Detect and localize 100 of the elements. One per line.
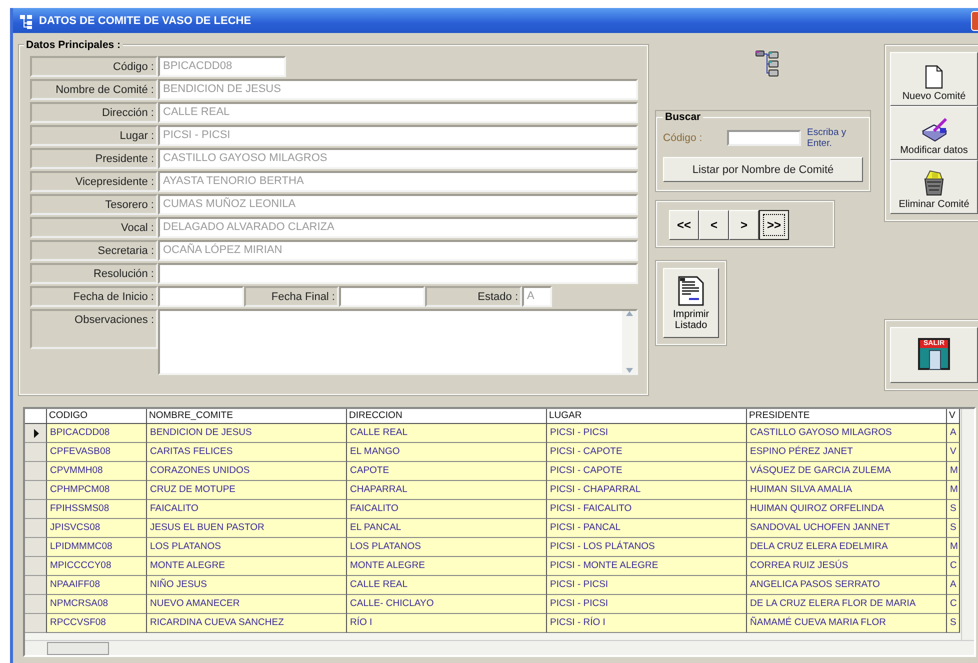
table-cell: HUIMAN QUIROZ ORFELINDA xyxy=(747,500,947,519)
table-cell: C xyxy=(947,595,960,614)
table-cell: S xyxy=(947,500,960,519)
table-cell: PICSI - PICSI xyxy=(547,576,747,595)
table-cell: PICSI - CHAPARRAL xyxy=(547,481,747,500)
document-icon xyxy=(677,275,706,307)
table-cell: PICSI - CAPOTE xyxy=(547,443,747,462)
table-cell: CORAZONES UNIDOS xyxy=(147,462,347,481)
table-cell: CARITAS FELICES xyxy=(147,443,347,462)
table-cell: PICSI - PANCAL xyxy=(547,519,747,538)
group-legend: Datos Principales : xyxy=(24,39,123,51)
text-field[interactable] xyxy=(339,286,425,307)
column-header[interactable]: NOMBRE_COMITE xyxy=(147,409,347,424)
table-cell: LOS PLATANOS xyxy=(347,538,547,557)
table-cell: PICSI - LOS PLÁTANOS xyxy=(547,538,747,557)
table-cell: PICSI - PICSI xyxy=(547,595,747,614)
field-label: Código : xyxy=(30,56,158,77)
field-label: Vicepresidente : xyxy=(30,171,158,192)
table-cell: VÁSQUEZ DE GARCIA ZULEMA xyxy=(747,462,947,481)
table-cell: CPFEVASB08 xyxy=(47,443,147,462)
column-header[interactable]: DIRECCION xyxy=(347,409,547,424)
table-cell: PICSI - FAICALITO xyxy=(547,500,747,519)
column-header[interactable]: CODIGO xyxy=(47,409,147,424)
table-cell: LPIDMMMC08 xyxy=(47,538,147,557)
table-cell: SANDOVAL UCHOFEN JANNET xyxy=(747,519,947,538)
table-cell: NUEVO AMANECER xyxy=(147,595,347,614)
text-field[interactable] xyxy=(158,286,244,307)
table-cell: ÑAMAMÉ CUEVA MARIA FLOR xyxy=(747,614,947,633)
field-label: Resolución : xyxy=(30,263,158,284)
table-cell: CASTILLO GAYOSO MILAGROS xyxy=(747,424,947,443)
field-label: Nombre de Comité : xyxy=(30,79,158,100)
table-cell: MONTE ALEGRE xyxy=(347,557,547,576)
nav-button[interactable]: < xyxy=(699,210,730,240)
table-cell: PICSI - CAPOTE xyxy=(547,462,747,481)
table-cell: S xyxy=(947,519,960,538)
table-cell: CALLE REAL xyxy=(347,424,547,443)
nav-button[interactable]: > xyxy=(729,210,760,240)
book-pen-icon xyxy=(920,117,948,143)
field-label: Tesorero : xyxy=(30,194,158,215)
table-cell: CPHMPCM08 xyxy=(47,481,147,500)
hint-text: Escriba y Enter. xyxy=(807,127,848,149)
table-cell: NIÑO JESUS xyxy=(147,576,347,595)
field-label: Vocal : xyxy=(30,217,158,238)
table-cell: S xyxy=(947,614,960,633)
table-cell: LOS PLATANOS xyxy=(147,538,347,557)
table-cell: A xyxy=(947,576,960,595)
table-cell: EL PANCAL xyxy=(347,519,547,538)
table-cell: FAICALITO xyxy=(147,500,347,519)
table-cell: JESUS EL BUEN PASTOR xyxy=(147,519,347,538)
field-label: Fecha Final : xyxy=(244,286,339,307)
app-icon xyxy=(19,12,33,28)
field-label: Estado : xyxy=(425,286,522,307)
table-cell: CALLE REAL xyxy=(347,576,547,595)
field-label: Secretaria : xyxy=(30,240,158,261)
current-row-icon xyxy=(32,428,38,438)
table-cell: M xyxy=(947,538,960,557)
new-button[interactable]: Nuevo Comité xyxy=(890,52,978,106)
table-cell: NPMCRSA08 xyxy=(47,595,147,614)
code-field[interactable] xyxy=(727,130,802,146)
field-label: Presidente : xyxy=(30,148,158,169)
table-cell: CORREA RUIZ JESÚS xyxy=(747,557,947,576)
table-cell: V xyxy=(947,443,960,462)
nav-button[interactable]: << xyxy=(669,210,700,240)
table-cell: C xyxy=(947,557,960,576)
field-label: Código : xyxy=(663,132,704,144)
row-header[interactable] xyxy=(25,424,47,443)
text-field[interactable] xyxy=(158,263,638,284)
table-cell: NPAAIFF08 xyxy=(47,576,147,595)
table-cell: CAPOTE xyxy=(347,462,547,481)
column-header[interactable]: LUGAR xyxy=(547,409,747,424)
table-cell: RPCCVSF08 xyxy=(47,614,147,633)
field-label: Dirección : xyxy=(30,102,158,123)
table-cell: M xyxy=(947,462,960,481)
table-cell: DELA CRUZ ELERA EDELMIRA xyxy=(747,538,947,557)
horizontal-scrollbar[interactable] xyxy=(25,640,974,655)
table-cell: MONTE ALEGRE xyxy=(147,557,347,576)
print-button[interactable]: Imprimir Listado xyxy=(663,268,720,338)
table-cell: FAICALITO xyxy=(347,500,547,519)
table-cell: HUIMAN SILVA AMALIA xyxy=(747,481,947,500)
table-cell: BPICACDD08 xyxy=(47,424,147,443)
list-button[interactable]: Listar por Nombre de Comité xyxy=(663,157,864,182)
field-label: Observaciones : xyxy=(30,309,158,349)
nav-button[interactable]: >> xyxy=(759,210,790,240)
column-header[interactable]: V xyxy=(947,409,960,424)
table-cell: DE LA CRUZ ELERA FLOR DE MARIA xyxy=(747,595,947,614)
window-title: DATOS DE COMITE DE VASO DE LECHE xyxy=(39,14,252,26)
text-area[interactable] xyxy=(158,309,638,375)
table-cell: CPVMMH08 xyxy=(47,462,147,481)
group-legend: Buscar xyxy=(663,111,703,123)
table-cell: CHAPARRAL xyxy=(347,481,547,500)
table-cell: A xyxy=(947,424,960,443)
field-label: Lugar : xyxy=(30,125,158,146)
column-header[interactable]: PRESIDENTE xyxy=(747,409,947,424)
table-cell: ESPINO PÉREZ JANET xyxy=(747,443,947,462)
edit-button[interactable]: Modificar datos xyxy=(890,106,978,160)
table-cell: RÍO I xyxy=(347,614,547,633)
delete-button[interactable]: Eliminar Comité xyxy=(890,160,978,214)
corner-header xyxy=(25,409,47,424)
document-icon xyxy=(924,65,944,89)
table-cell: CRUZ DE MOTUPE xyxy=(147,481,347,500)
